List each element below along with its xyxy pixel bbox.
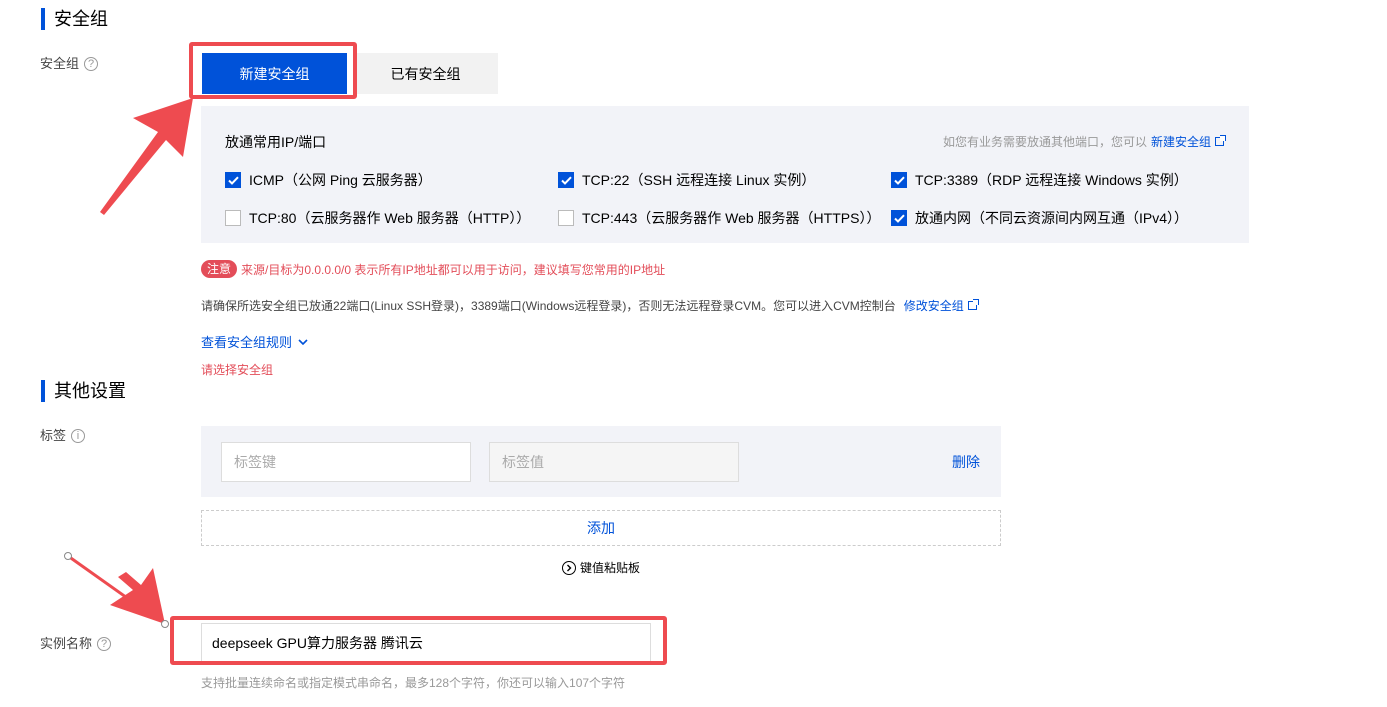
delete-tag-button[interactable]: 删除 (952, 452, 980, 472)
security-group-label-text: 安全组 (40, 56, 80, 71)
port-checkbox-intranet[interactable]: 放通内网（不同云资源间内网互通（IPv4）） (891, 208, 1188, 228)
tab-existing-security-group[interactable]: 已有安全组 (353, 53, 498, 94)
annotation-highlight-box (189, 42, 357, 99)
section-title-security: 安全组 (54, 9, 108, 29)
view-rules-label: 查看安全组规则 (201, 335, 293, 350)
add-tag-button[interactable]: 添加 (201, 510, 1001, 546)
checkbox-checked-icon[interactable] (558, 172, 574, 188)
port-checkbox-label: TCP:22（SSH 远程连接 Linux 实例） (582, 172, 816, 188)
section-accent-bar (41, 8, 45, 30)
checkbox-checked-icon[interactable] (891, 210, 907, 226)
instance-name-hint: 支持批量连续命名或指定模式串命名，最多128个字符，你还可以输入107个字符 (201, 676, 626, 690)
port-checkbox-tcp3389[interactable]: TCP:3389（RDP 远程连接 Windows 实例） (891, 170, 1188, 190)
paste-board-toggle[interactable]: 键值粘贴板 (562, 559, 640, 576)
port-checkbox-tcp80[interactable]: TCP:80（云服务器作 Web 服务器（HTTP）） (225, 208, 530, 228)
instance-name-label-text: 实例名称 (40, 636, 93, 651)
modify-security-group-link[interactable]: 修改安全组 (904, 297, 964, 314)
ports-panel-hint-text: 如您有业务需要放通其他端口，您可以 (942, 135, 1147, 149)
info-row: 请确保所选安全组已放通22端口(Linux SSH登录)，3389端口(Wind… (201, 297, 979, 314)
ports-panel-hint: 如您有业务需要放通其他端口，您可以 新建安全组 (942, 133, 1226, 150)
add-tag-label: 添加 (587, 520, 615, 536)
section-title-other: 其他设置 (54, 381, 126, 401)
help-icon[interactable]: ? (97, 637, 112, 651)
chevron-right-circle-icon (562, 560, 576, 575)
port-checkbox-label: TCP:443（云服务器作 Web 服务器（HTTPS）） (582, 210, 881, 226)
instance-name-label: 实例名称 ? (40, 634, 112, 654)
notice-text: 来源/目标为0.0.0.0/0 表示所有IP地址都可以用于访问，建议填写您常用的… (241, 262, 666, 277)
port-checkbox-label: TCP:80（云服务器作 Web 服务器（HTTP）） (249, 210, 531, 226)
view-rules-toggle[interactable]: 查看安全组规则 (201, 332, 308, 351)
ports-panel-title: 放通常用IP/端口 (225, 134, 327, 150)
annotation-arrow-icon (100, 98, 193, 215)
port-checkbox-label: TCP:3389（RDP 远程连接 Windows 实例） (915, 172, 1188, 188)
notice-badge: 注意 (201, 260, 238, 278)
annotation-highlight-box (170, 616, 667, 665)
error-text: 请选择安全组 (201, 363, 274, 377)
external-link-icon (967, 299, 979, 310)
checkbox-checked-icon[interactable] (225, 172, 241, 188)
section-accent-bar (41, 380, 45, 402)
port-checkbox-label: 放通内网（不同云资源间内网互通（IPv4）） (915, 210, 1189, 226)
help-icon[interactable]: ? (84, 57, 99, 71)
tag-value-input[interactable]: 标签值 (489, 442, 739, 482)
checkbox-checked-icon[interactable] (891, 172, 907, 188)
port-checkbox-tcp22[interactable]: TCP:22（SSH 远程连接 Linux 实例） (558, 170, 815, 190)
info-text: 请确保所选安全组已放通22端口(Linux SSH登录)，3389端口(Wind… (201, 299, 896, 313)
port-checkbox-label: ICMP（公网 Ping 云服务器） (249, 172, 432, 188)
notice-row: 注意 来源/目标为0.0.0.0/0 表示所有IP地址都可以用于访问，建议填写您… (201, 260, 665, 278)
tag-label-text: 标签 (40, 428, 67, 443)
paste-board-label: 键值粘贴板 (580, 561, 641, 575)
port-checkbox-icmp[interactable]: ICMP（公网 Ping 云服务器） (225, 170, 432, 190)
info-icon[interactable]: i (71, 429, 86, 443)
chevron-down-icon (298, 338, 308, 345)
checkbox-unchecked-icon[interactable] (558, 210, 574, 226)
security-group-label: 安全组 ? (40, 54, 99, 74)
tag-key-input[interactable]: 标签键 (221, 442, 471, 482)
annotation-arrow-icon (64, 552, 169, 628)
tag-label: 标签 i (40, 426, 86, 446)
checkbox-unchecked-icon[interactable] (225, 210, 241, 226)
new-security-group-link[interactable]: 新建安全组 (1151, 133, 1211, 150)
port-checkbox-tcp443[interactable]: TCP:443（云服务器作 Web 服务器（HTTPS）） (558, 208, 880, 228)
external-link-icon (1215, 135, 1226, 146)
